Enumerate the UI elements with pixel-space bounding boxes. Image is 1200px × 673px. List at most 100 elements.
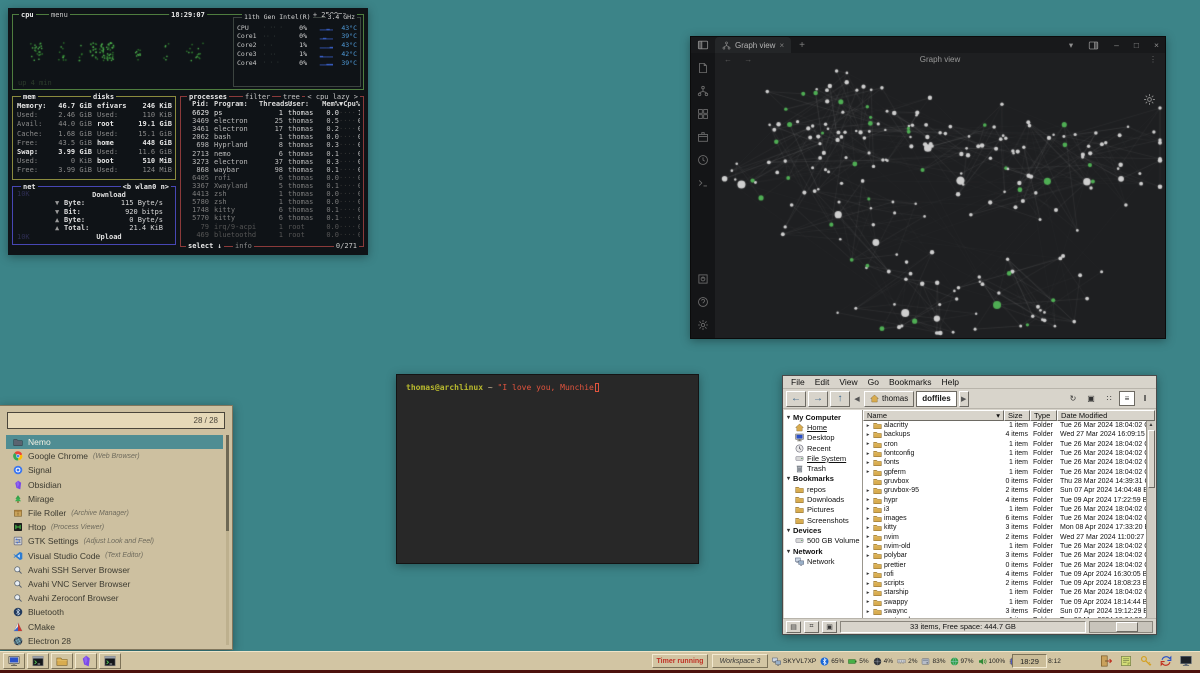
launcher-computer-button[interactable]	[3, 653, 25, 669]
tray-stat-ram[interactable]: 2%	[897, 657, 917, 666]
process-row[interactable]: 3469electron25thomas0.5····0.0	[183, 117, 360, 125]
new-tab-icon[interactable]: +	[799, 40, 805, 51]
process-row[interactable]: 469bluetoothd1root0.0····0.0	[183, 231, 360, 239]
row-expander-icon[interactable]: ▸	[865, 441, 871, 447]
section-expander-icon[interactable]: ▾	[787, 475, 790, 482]
file-row[interactable]: ▸swaync3 itemsFolderSun 07 Apr 2024 19:1…	[863, 607, 1155, 616]
tray-notes-button[interactable]	[1117, 653, 1135, 669]
file-row[interactable]: ▸hypr4 itemsFolderTue 09 Apr 2024 17:22:…	[863, 495, 1155, 504]
launcher-item-gtk-settings[interactable]: GTK Settings(Adjust Look and Feel)	[6, 534, 223, 548]
row-expander-icon[interactable]: ▸	[865, 609, 871, 615]
rofi-scrollbar-thumb[interactable]	[226, 435, 229, 531]
sidebar-item-repos[interactable]: repos	[784, 484, 862, 494]
menu-file[interactable]: File	[786, 377, 810, 387]
sidebar-item-trash[interactable]: Trash	[784, 463, 862, 473]
column-name[interactable]: Name▾	[863, 410, 1004, 421]
menu-edit[interactable]: Edit	[810, 377, 835, 387]
path-button-parent[interactable]: thomas	[864, 391, 914, 407]
scroll-up-icon[interactable]: ▲	[1149, 421, 1154, 429]
column-modified[interactable]: Date Modified	[1057, 410, 1155, 421]
sidebar-section[interactable]: ▾Bookmarks	[784, 474, 862, 484]
vertical-scrollbar[interactable]: ▲	[1146, 421, 1155, 618]
file-row[interactable]: ▸cron1 itemFolderTue 26 Mar 2024 18:04:0…	[863, 440, 1155, 449]
row-expander-icon[interactable]: ▸	[865, 497, 871, 503]
file-row[interactable]: ▸kitty3 itemsFolderMon 08 Apr 2024 17:33…	[863, 523, 1155, 532]
tray-keys-button[interactable]	[1137, 653, 1155, 669]
file-row[interactable]: ▸polybar3 itemsFolderTue 26 Mar 2024 18:…	[863, 551, 1155, 560]
icon-view-icon[interactable]: ∷	[1101, 391, 1117, 406]
process-row[interactable]: 5780zsh1thomas0.0····0.0	[183, 198, 360, 206]
launcher-item-nemo[interactable]: Nemo	[6, 435, 223, 449]
terminal-icon[interactable]	[697, 177, 709, 189]
sidebar-section[interactable]: ▾Devices	[784, 525, 862, 535]
file-row[interactable]: ▸scripts2 itemsFolderTue 09 Apr 2024 18:…	[863, 579, 1155, 588]
tray-logout-button[interactable]	[1097, 653, 1115, 669]
file-row[interactable]: ▸swappy1 itemFolderTue 09 Apr 2024 18:14…	[863, 598, 1155, 607]
process-row[interactable]: 868waybar98thomas0.1····0.0	[183, 166, 360, 174]
row-expander-icon[interactable]: ▸	[865, 506, 871, 512]
horizontal-scrollbar[interactable]	[1089, 621, 1153, 633]
up-button[interactable]: ↑	[830, 391, 850, 407]
row-expander-icon[interactable]: ▸	[865, 544, 871, 550]
process-row[interactable]: 79irq/9-acpi1root0.0····0.0	[183, 223, 360, 231]
process-row[interactable]: 5770kitty6thomas0.1····0.0	[183, 214, 360, 222]
row-expander-icon[interactable]: ▸	[865, 571, 871, 577]
right-sidebar-toggle-icon[interactable]	[1088, 40, 1099, 51]
row-expander-icon[interactable]: ▸	[865, 516, 871, 522]
launcher-item-signal[interactable]: Signal	[6, 463, 223, 477]
sidebar-item-home[interactable]: Home	[784, 422, 862, 432]
back-button[interactable]: ←	[786, 391, 806, 407]
col-pid[interactable]: Pid:	[183, 100, 209, 108]
file-row[interactable]: ▸images6 itemsFolderTue 26 Mar 2024 18:0…	[863, 514, 1155, 523]
row-expander-icon[interactable]: ▸	[865, 432, 871, 438]
menu-go[interactable]: Go	[863, 377, 884, 387]
col-program[interactable]: Program:	[209, 100, 259, 108]
side-pane-tree-button[interactable]: ⌗	[804, 621, 819, 633]
scrollbar-thumb[interactable]	[1148, 430, 1155, 488]
launcher-folder-button[interactable]	[51, 653, 73, 669]
process-row[interactable]: 1748kitty6thomas0.1····0.0	[183, 206, 360, 214]
terminal-window[interactable]: thomas@archlinux ~ "I love you, Munchie	[396, 374, 699, 564]
section-expander-icon[interactable]: ▾	[787, 414, 790, 421]
select-hint[interactable]: select ↓	[186, 242, 224, 250]
launcher-item-avahi-zeroconf-browser[interactable]: Avahi Zeroconf Browser	[6, 591, 223, 605]
section-expander-icon[interactable]: ▾	[787, 548, 790, 555]
col-cpu[interactable]: ▼Cpu%	[339, 100, 361, 108]
help-icon[interactable]	[697, 296, 709, 308]
sidebar-item-500-gb-volume[interactable]: 500 GB Volume	[784, 536, 862, 546]
menu-help[interactable]: Help	[937, 377, 964, 387]
graph-canvas[interactable]	[715, 66, 1165, 338]
canvas-icon[interactable]	[697, 108, 709, 120]
launcher-item-mirage[interactable]: Mirage	[6, 492, 223, 506]
launcher-terminal-button[interactable]	[27, 653, 49, 669]
compact-view-icon[interactable]: ‖	[1137, 391, 1153, 406]
history-back-forward-icons[interactable]: ← →	[724, 55, 757, 64]
launcher-item-visual-studio-code[interactable]: Visual Studio Code(Text Editor)	[6, 549, 223, 563]
workspace-button[interactable]: Workspace 3	[712, 654, 768, 668]
sidebar-item-file-system[interactable]: File System	[784, 453, 862, 463]
search-input[interactable]: 28 / 28	[7, 412, 225, 429]
process-row[interactable]: 3367Xwayland5thomas0.1····0.0	[183, 182, 360, 190]
graph-settings-gear-icon[interactable]	[1143, 93, 1156, 106]
tab-cpu[interactable]: cpu	[19, 11, 36, 19]
file-row[interactable]: ▸fontconfig1 itemFolderTue 26 Mar 2024 1…	[863, 449, 1155, 458]
row-expander-icon[interactable]: ▸	[865, 553, 871, 559]
tab-list-chevron-icon[interactable]: ▾	[1069, 40, 1073, 51]
file-row[interactable]: gruvbox0 itemsFolderThu 28 Mar 2024 14:3…	[863, 477, 1155, 486]
column-type[interactable]: Type	[1030, 410, 1057, 421]
row-expander-icon[interactable]: ▸	[865, 451, 871, 457]
sidebar-item-recent[interactable]: Recent	[784, 443, 862, 453]
tray-stat-fan[interactable]: 4%	[873, 657, 893, 666]
more-options-icon[interactable]: ⋮	[1149, 55, 1157, 64]
file-row[interactable]: ▸fonts1 itemFolderTue 26 Mar 2024 18:04:…	[863, 458, 1155, 467]
maximize-icon[interactable]: □	[1134, 40, 1139, 50]
reload-icon[interactable]: ↻	[1065, 391, 1081, 406]
row-expander-icon[interactable]: ▸	[865, 534, 871, 540]
thumbnail-view-icon[interactable]: ▣	[1083, 391, 1099, 406]
info-hint[interactable]: info	[233, 242, 254, 250]
row-expander-icon[interactable]: ▸	[865, 581, 871, 587]
row-expander-icon[interactable]: ▸	[865, 423, 871, 429]
sidebar-item-pictures[interactable]: Pictures	[784, 505, 862, 515]
list-view-icon[interactable]: ≡	[1119, 391, 1135, 406]
col-user[interactable]: User:	[283, 100, 317, 108]
